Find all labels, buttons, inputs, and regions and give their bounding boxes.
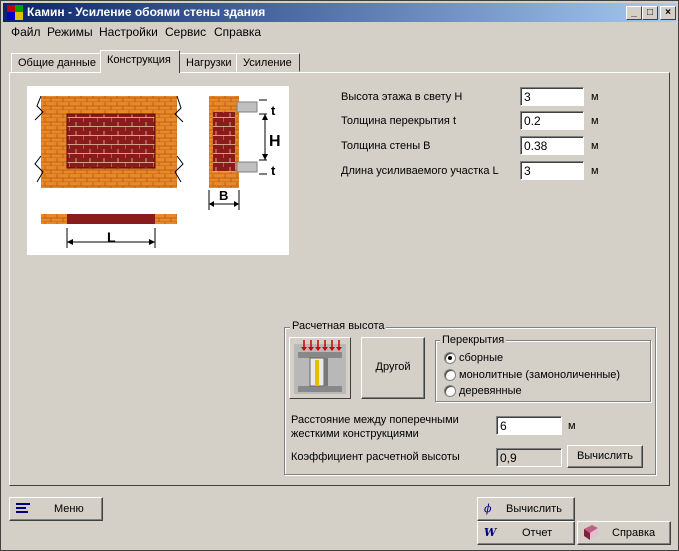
calculate-button-label: Вычислить [506,503,562,515]
tab-construction[interactable]: Конструкция [100,50,180,73]
title-bar: Камин - Усиление обоями стены здания _ □… [3,3,676,22]
wall-thickness-label: Толщина стены B [341,140,431,152]
distance-label-line1: Расстояние между поперечными [291,414,459,426]
label-b: B [219,188,228,203]
radio-monolithic[interactable] [444,369,456,381]
distance-label-line2: жесткими конструкциями [291,428,419,440]
slab-thickness-unit: м [591,115,599,127]
menu-bar: Файл Режимы Настройки Сервис Справка [3,23,676,41]
menu-modes[interactable]: Режимы [47,25,93,39]
height-label: Высота этажа в свету H [341,91,463,103]
tab-loads[interactable]: Нагрузки [179,53,237,72]
label-t-top: t [271,103,276,118]
label-l: L [107,229,116,245]
tab-reinforcement[interactable]: Усиление [236,53,300,72]
app-icon [7,5,23,20]
wall-diagram: L t H t B [27,86,289,255]
wall-thickness-input[interactable] [520,136,584,155]
calculate-button[interactable]: ϕ Вычислить [477,497,575,521]
menu-settings[interactable]: Настройки [99,25,158,39]
tab-general[interactable]: Общие данные [11,53,101,72]
wall-load-icon[interactable] [289,337,351,399]
distance-input[interactable] [496,416,562,435]
coef-output [496,448,562,467]
other-button[interactable]: Другой [361,337,425,399]
radio-wooden[interactable] [444,385,456,397]
height-input[interactable] [520,87,584,106]
help-book-icon [584,525,598,540]
close-button[interactable]: × [660,6,676,20]
calc-height-title: Расчетная высота [290,320,387,332]
menu-list-icon [16,503,30,513]
word-icon: W [484,526,497,539]
report-button[interactable]: W Отчет [477,521,575,545]
menu-file[interactable]: Файл [11,25,41,39]
app-window: Камин - Усиление обоями стены здания _ □… [0,0,679,551]
label-t-bottom: t [271,163,276,178]
help-button-label: Справка [612,527,656,539]
height-unit: м [591,91,599,103]
label-h: H [269,133,281,150]
help-button[interactable]: Справка [577,521,671,545]
coef-label: Коэффициент расчетной высоты [291,451,460,463]
calc-coef-button[interactable]: Вычислить [567,445,643,468]
radio-monolithic-label[interactable]: монолитные (замоноличенные) [459,369,620,381]
maximize-button[interactable]: □ [642,6,658,20]
menu-button[interactable]: Меню [9,497,103,521]
slab-thickness-input[interactable] [520,111,584,130]
length-unit: м [591,165,599,177]
radio-wooden-label[interactable]: деревянные [459,385,522,397]
wall-thickness-unit: м [591,140,599,152]
radio-prefab-label[interactable]: сборные [459,352,503,364]
phi-icon: ϕ [484,502,492,515]
minimize-button[interactable]: _ [626,6,642,20]
menu-service[interactable]: Сервис [165,25,206,39]
length-label: Длина усиливаемого участка L [341,165,499,177]
menu-button-label: Меню [54,503,84,515]
window-title: Камин - Усиление обоями стены здания [27,5,266,19]
menu-help[interactable]: Справка [214,25,261,39]
wall-diagram-svg: L t H t B [34,95,281,248]
length-input[interactable] [520,161,584,180]
report-button-label: Отчет [522,527,553,539]
slab-thickness-label: Толщина перекрытия t [341,115,456,127]
floors-title: Перекрытия [440,334,507,346]
distance-unit: м [568,420,576,432]
radio-prefab[interactable] [444,352,456,364]
